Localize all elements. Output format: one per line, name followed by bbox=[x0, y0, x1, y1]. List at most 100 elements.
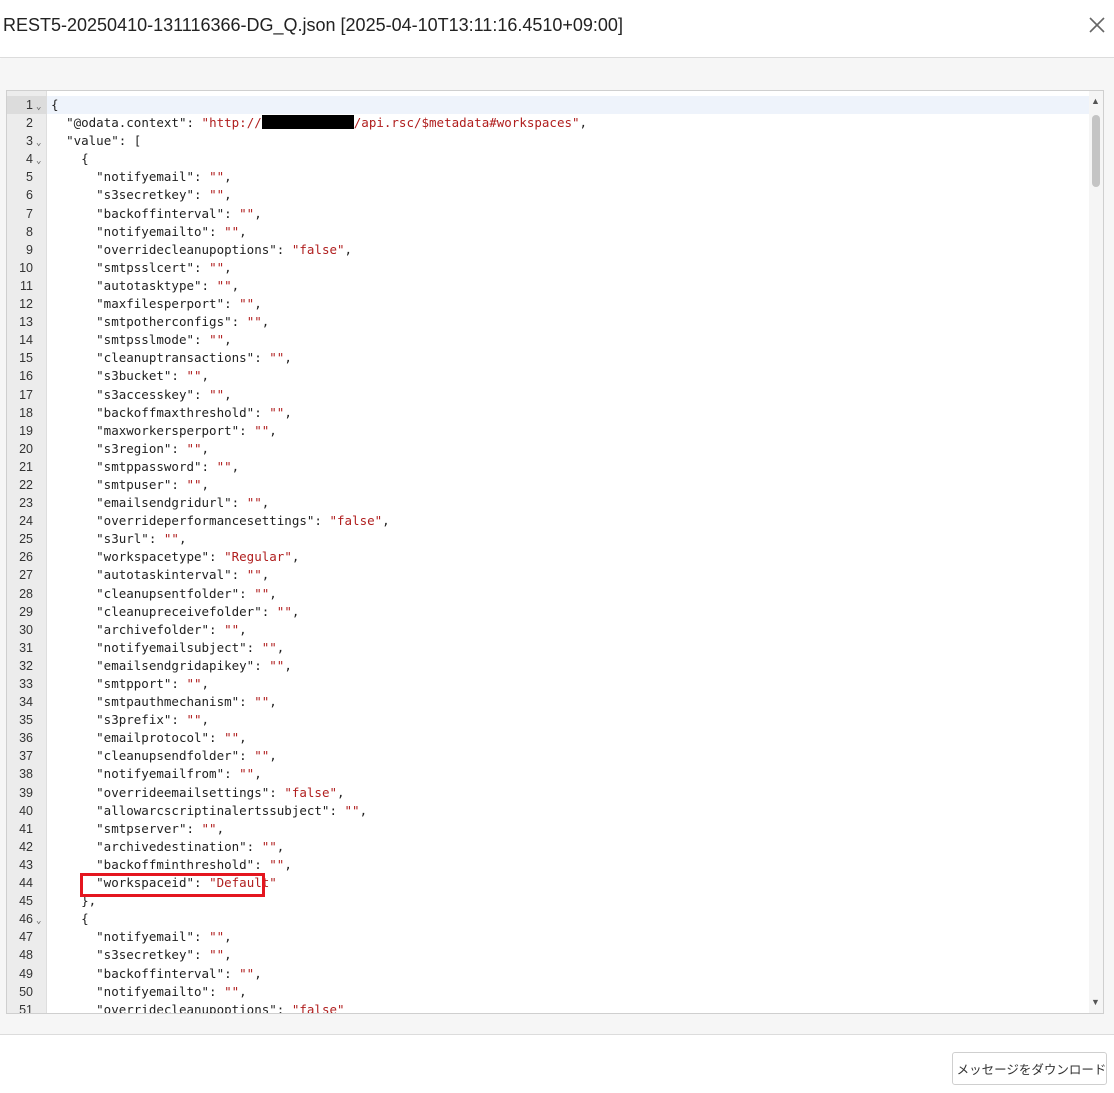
code-line[interactable]: 19 "maxworkersperport": "", bbox=[7, 422, 1091, 440]
code-line[interactable]: 1 ⌄{ bbox=[7, 96, 1091, 114]
line-number: 15 bbox=[19, 351, 33, 366]
json-key: "s3accesskey" bbox=[96, 386, 194, 402]
code-line[interactable]: 7 "backoffinterval": "", bbox=[7, 205, 1091, 223]
code-line[interactable]: 20 "s3region": "", bbox=[7, 440, 1091, 458]
json-string: "" bbox=[163, 531, 179, 547]
code-line[interactable]: 9 "overridecleanupoptions": "false", bbox=[7, 241, 1091, 259]
json-string: "" bbox=[261, 838, 277, 854]
line-number: 51 bbox=[19, 1002, 33, 1014]
code-text: "backoffinterval": "", bbox=[51, 965, 262, 983]
json-key: "smtpuser" bbox=[96, 476, 172, 492]
code-line[interactable]: 6 "s3secretkey": "", bbox=[7, 186, 1091, 204]
json-key: "overridecleanupoptions" bbox=[96, 241, 277, 257]
code-line[interactable]: 31 "notifyemailsubject": "", bbox=[7, 639, 1091, 657]
code-line[interactable]: 12 "maxfilesperport": "", bbox=[7, 295, 1091, 313]
code-line[interactable]: 21 "smtppassword": "", bbox=[7, 458, 1091, 476]
json-key: "cleanupsendfolder" bbox=[96, 748, 240, 764]
code-line[interactable]: 5 "notifyemail": "", bbox=[7, 168, 1091, 186]
code-line[interactable]: 22 "smtpuser": "", bbox=[7, 476, 1091, 494]
json-punctuation: , bbox=[224, 169, 232, 185]
code-line[interactable]: 8 "notifyemailto": "", bbox=[7, 223, 1091, 241]
code-line[interactable]: 35 "s3prefix": "", bbox=[7, 711, 1091, 729]
code-line[interactable]: 37 "cleanupsendfolder": "", bbox=[7, 747, 1091, 765]
dialog-footer: メッセージをダウンロード bbox=[0, 1034, 1114, 1093]
code-line[interactable]: 16 "s3bucket": "", bbox=[7, 367, 1091, 385]
code-line[interactable]: 2 "@odata.context": "http:// /api.rsc/$me… bbox=[7, 114, 1091, 132]
json-punctuation: : bbox=[209, 223, 225, 239]
code-line[interactable]: 17 "s3accesskey": "", bbox=[7, 386, 1091, 404]
json-punctuation bbox=[51, 857, 96, 872]
vertical-scrollbar[interactable]: ▲ ▼ bbox=[1089, 91, 1103, 1013]
code-text: "autotaskinterval": "", bbox=[51, 566, 269, 584]
json-punctuation: : bbox=[224, 965, 240, 981]
close-button[interactable] bbox=[1084, 12, 1110, 38]
json-punctuation bbox=[51, 387, 96, 402]
code-text: "maxworkersperport": "", bbox=[51, 422, 277, 440]
code-text: "s3bucket": "", bbox=[51, 367, 209, 385]
json-key: "overridecleanupoptions" bbox=[96, 1001, 277, 1014]
json-key: "maxworkersperport" bbox=[96, 422, 240, 438]
code-line[interactable]: 23 "emailsendgridurl": "", bbox=[7, 494, 1091, 512]
code-line[interactable]: 48 "s3secretkey": "", bbox=[7, 946, 1091, 964]
code-line[interactable]: 14 "smtpsslmode": "", bbox=[7, 331, 1091, 349]
code-line[interactable]: 10 "smtpsslcert": "", bbox=[7, 259, 1091, 277]
code-text: "notifyemailto": "", bbox=[51, 223, 247, 241]
code-line[interactable]: 43 "backoffminthreshold": "", bbox=[7, 856, 1091, 874]
code-line[interactable]: 46 ⌄ { bbox=[7, 910, 1091, 928]
code-line[interactable]: 32 "emailsendgridapikey": "", bbox=[7, 657, 1091, 675]
code-line[interactable]: 42 "archivedestination": "", bbox=[7, 838, 1091, 856]
json-punctuation bbox=[51, 242, 96, 257]
code-line[interactable]: 33 "smtpport": "", bbox=[7, 675, 1091, 693]
json-string: "" bbox=[209, 169, 225, 185]
line-number: 13 bbox=[19, 315, 33, 330]
json-punctuation: , bbox=[224, 187, 232, 203]
code-line[interactable]: 4 ⌄ { bbox=[7, 150, 1091, 168]
code-line[interactable]: 30 "archivefolder": "", bbox=[7, 621, 1091, 639]
code-line[interactable]: 18 "backoffmaxthreshold": "", bbox=[7, 404, 1091, 422]
json-punctuation bbox=[51, 604, 96, 619]
code-line[interactable]: 3 ⌄ "value": [ bbox=[7, 132, 1091, 150]
json-string: "" bbox=[186, 368, 202, 384]
json-punctuation bbox=[51, 405, 96, 420]
code-line[interactable]: 47 "notifyemail": "", bbox=[7, 928, 1091, 946]
scrollbar-thumb[interactable] bbox=[1092, 115, 1100, 187]
json-punctuation bbox=[51, 513, 96, 528]
code-line[interactable]: 39 "overrideemailsettings": "false", bbox=[7, 784, 1091, 802]
json-string: "" bbox=[254, 694, 270, 710]
line-number: 41 bbox=[19, 821, 33, 836]
json-punctuation: , bbox=[239, 621, 247, 637]
scroll-up-arrow-icon[interactable]: ▲ bbox=[1091, 96, 1100, 106]
code-line[interactable]: 15 "cleanuptransactions": "", bbox=[7, 349, 1091, 367]
line-number: 19 bbox=[19, 423, 33, 438]
json-punctuation: , bbox=[284, 657, 292, 673]
json-punctuation: : bbox=[171, 440, 187, 456]
json-punctuation: : bbox=[224, 205, 240, 221]
code-line[interactable]: 40 "allowarcscriptinalertssubject": "", bbox=[7, 802, 1091, 820]
code-line[interactable]: 34 "smtpauthmechanism": "", bbox=[7, 693, 1091, 711]
code-line[interactable]: 36 "emailprotocol": "", bbox=[7, 729, 1091, 747]
json-punctuation: , bbox=[269, 748, 277, 764]
code-line[interactable]: 41 "smtpserver": "", bbox=[7, 820, 1091, 838]
code-text: { bbox=[51, 150, 89, 168]
code-line[interactable]: 24 "overrideperformancesettings": "false… bbox=[7, 512, 1091, 530]
close-icon[interactable] bbox=[1084, 12, 1110, 38]
json-string: "false" bbox=[329, 513, 383, 529]
code-text: "s3secretkey": "", bbox=[51, 946, 232, 964]
code-line[interactable]: 50 "notifyemailto": "", bbox=[7, 983, 1091, 1001]
code-line[interactable]: 51 "overridecleanupoptions": "false" bbox=[7, 1001, 1091, 1014]
line-number: 44 bbox=[19, 876, 33, 891]
line-number: 36 bbox=[19, 731, 33, 746]
line-number: 2 bbox=[26, 116, 33, 131]
json-key: "backoffinterval" bbox=[96, 965, 225, 981]
code-line[interactable]: 28 "cleanupsentfolder": "", bbox=[7, 585, 1091, 603]
code-line[interactable]: 25 "s3url": "", bbox=[7, 530, 1091, 548]
code-line[interactable]: 26 "workspacetype": "Regular", bbox=[7, 548, 1091, 566]
code-line[interactable]: 38 "notifyemailfrom": "", bbox=[7, 765, 1091, 783]
code-line[interactable]: 49 "backoffinterval": "", bbox=[7, 965, 1091, 983]
code-line[interactable]: 13 "smtpotherconfigs": "", bbox=[7, 313, 1091, 331]
code-line[interactable]: 27 "autotaskinterval": "", bbox=[7, 566, 1091, 584]
scroll-down-arrow-icon[interactable]: ▼ bbox=[1091, 997, 1100, 1007]
download-message-button[interactable]: メッセージをダウンロード bbox=[952, 1052, 1107, 1085]
code-line[interactable]: 11 "autotasktype": "", bbox=[7, 277, 1091, 295]
code-line[interactable]: 29 "cleanupreceivefolder": "", bbox=[7, 603, 1091, 621]
